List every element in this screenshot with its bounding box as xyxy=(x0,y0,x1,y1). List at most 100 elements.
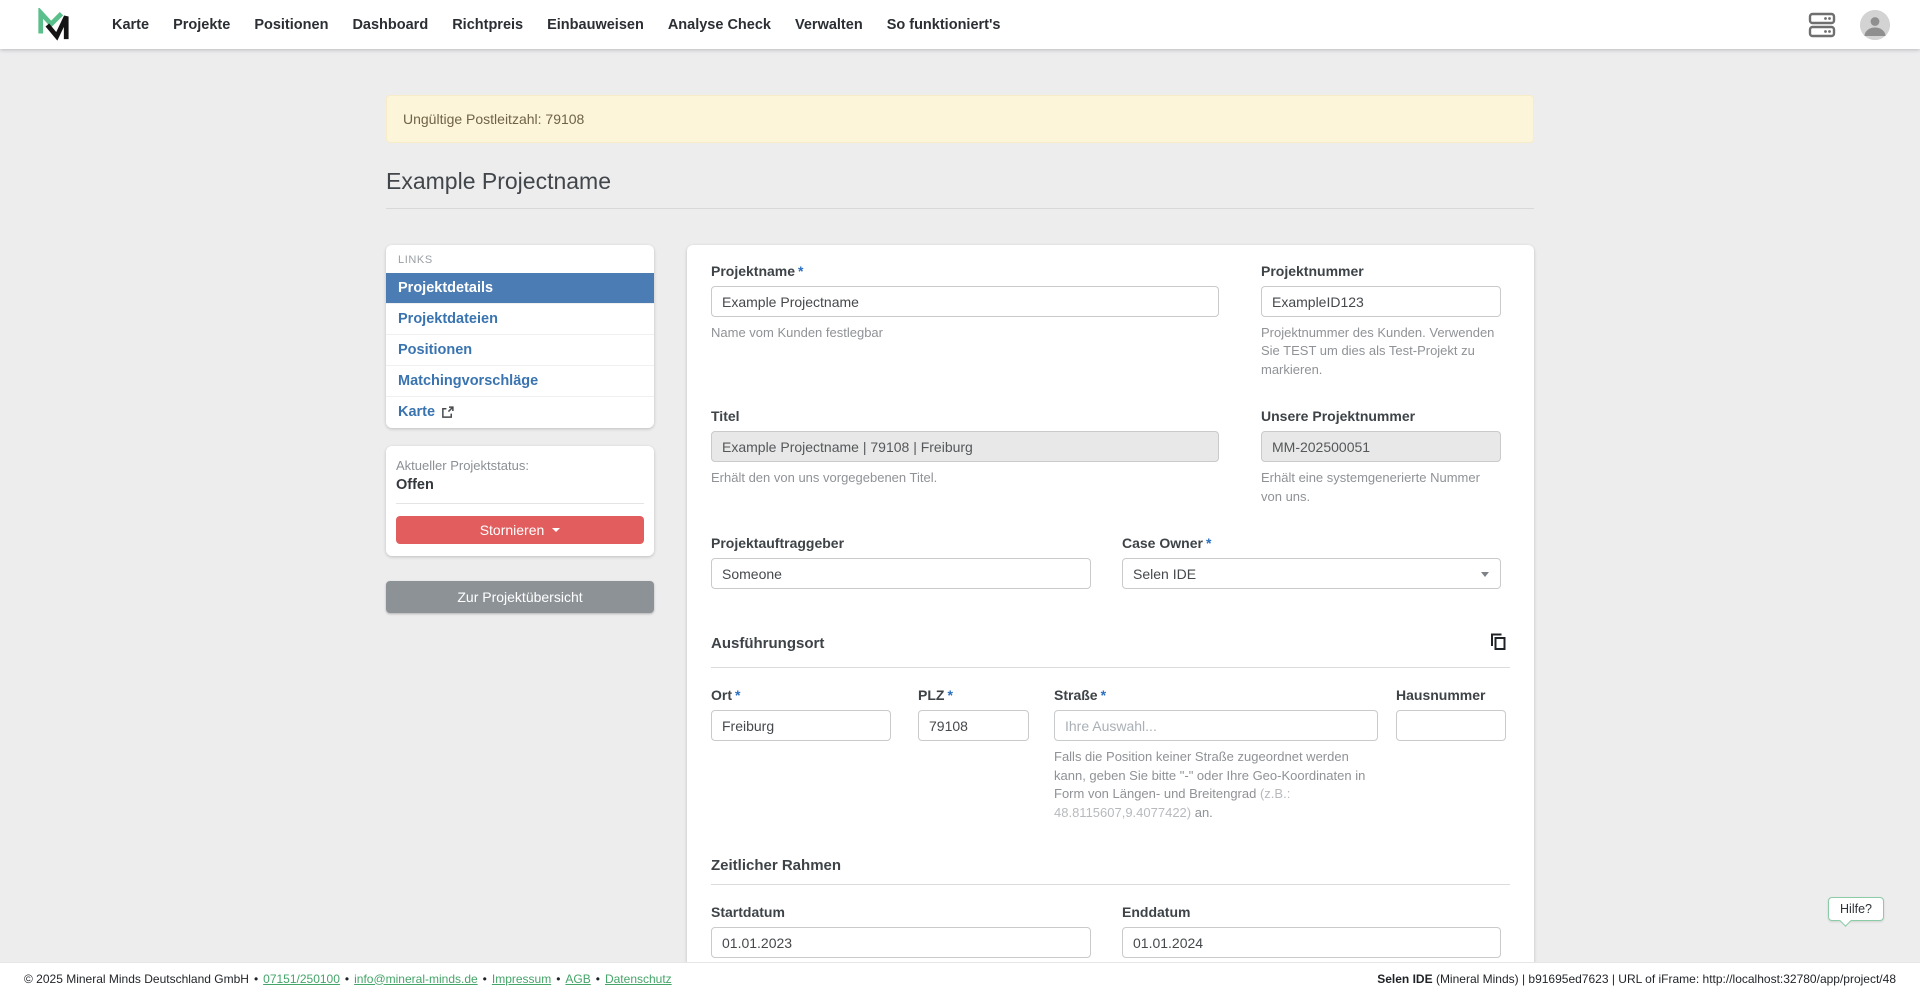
projektnummer-helper: Projektnummer des Kunden. Verwenden Sie … xyxy=(1261,324,1501,379)
separator-dot: • xyxy=(556,972,560,986)
status-divider xyxy=(396,503,644,504)
projektname-label: Projektname* xyxy=(711,263,1219,279)
stornieren-button-label: Stornieren xyxy=(480,522,545,538)
unsere-projektnummer-label: Unsere Projektnummer xyxy=(1261,408,1501,424)
header-icons xyxy=(1808,10,1890,40)
project-details-form: Projektname* Name vom Kunden festlegbar … xyxy=(687,245,1534,988)
plz-input[interactable] xyxy=(918,710,1029,741)
footer-copyright: © 2025 Mineral Minds Deutschland GmbH xyxy=(24,972,249,986)
footer-link-datenschutz[interactable]: Datenschutz xyxy=(605,972,672,986)
links-card-header: LINKS xyxy=(386,245,654,273)
logo-icon xyxy=(36,8,70,42)
copy-address-button[interactable] xyxy=(1486,630,1510,657)
sidebar-item-label: Positionen xyxy=(398,342,472,358)
strasse-label: Straße* xyxy=(1054,687,1378,703)
unsere-projektnummer-helper: Erhält eine systemgenerierte Nummer von … xyxy=(1261,469,1501,506)
warning-banner-text: Ungültige Postleitzahl: 79108 xyxy=(403,111,584,127)
enddatum-input[interactable] xyxy=(1122,927,1501,958)
chevron-down-icon xyxy=(1481,572,1489,577)
sidebar-item-karte[interactable]: Karte xyxy=(386,397,654,427)
footer-link-phone[interactable]: 07151/250100 xyxy=(263,972,340,986)
required-asterisk: * xyxy=(798,263,803,279)
sidebar-item-label: Projektdetails xyxy=(398,280,493,296)
links-card: LINKS Projektdetails Projektdateien Posi… xyxy=(386,245,654,428)
section-title-zeitlicher-rahmen: Zeitlicher Rahmen xyxy=(711,857,841,874)
nav-item-richtpreis[interactable]: Richtpreis xyxy=(440,8,535,42)
projektname-input[interactable] xyxy=(711,286,1219,317)
plz-label: PLZ* xyxy=(918,687,1029,703)
title-divider xyxy=(386,208,1534,209)
zur-projektuebersicht-button[interactable]: Zur Projektübersicht xyxy=(386,581,654,613)
case-owner-selected-value: Selen IDE xyxy=(1133,566,1196,582)
section-title-ausfuehrungsort: Ausführungsort xyxy=(711,635,824,652)
ort-label: Ort* xyxy=(711,687,891,703)
warning-banner: Ungültige Postleitzahl: 79108 xyxy=(386,95,1534,143)
nav-item-verwalten[interactable]: Verwalten xyxy=(783,8,875,42)
footer-link-agb[interactable]: AGB xyxy=(565,972,590,986)
stornieren-button[interactable]: Stornieren xyxy=(396,516,644,544)
separator-dot: • xyxy=(483,972,487,986)
project-status-card: Aktueller Projektstatus: Offen Storniere… xyxy=(386,446,654,556)
separator-dot: • xyxy=(345,972,349,986)
enddatum-label: Enddatum xyxy=(1122,904,1501,920)
sidebar-item-label: Projektdateien xyxy=(398,311,498,327)
caret-down-icon xyxy=(552,528,560,532)
footer-link-impressum[interactable]: Impressum xyxy=(492,972,551,986)
nav-item-projekte[interactable]: Projekte xyxy=(161,8,242,42)
case-owner-select[interactable]: Selen IDE xyxy=(1122,558,1501,589)
help-button[interactable]: Hilfe? xyxy=(1828,897,1884,921)
sidebar: LINKS Projektdetails Projektdateien Posi… xyxy=(386,245,654,613)
required-asterisk: * xyxy=(1101,687,1106,703)
sidebar-item-positionen[interactable]: Positionen xyxy=(386,335,654,366)
footer-link-email[interactable]: info@mineral-minds.de xyxy=(354,972,478,986)
titel-label: Titel xyxy=(711,408,1219,424)
unsere-projektnummer-input xyxy=(1261,431,1501,462)
status-label: Aktueller Projektstatus: xyxy=(396,458,644,473)
projektnummer-label: Projektnummer xyxy=(1261,263,1501,279)
status-value: Offen xyxy=(396,477,644,493)
hausnummer-label: Hausnummer xyxy=(1396,687,1506,703)
sidebar-item-projektdetails[interactable]: Projektdetails xyxy=(386,273,654,304)
sidebar-item-label: Matchingvorschläge xyxy=(398,373,538,389)
page-title: Example Projectname xyxy=(386,168,1534,195)
footer-user-name: Selen IDE xyxy=(1377,972,1432,986)
ort-input[interactable] xyxy=(711,710,891,741)
copy-icon xyxy=(1488,632,1508,652)
case-owner-label: Case Owner* xyxy=(1122,535,1501,551)
hausnummer-input[interactable] xyxy=(1396,710,1506,741)
sidebar-item-matchingvorschlaege[interactable]: Matchingvorschläge xyxy=(386,366,654,397)
nav-item-karte[interactable]: Karte xyxy=(100,8,161,42)
startdatum-input[interactable] xyxy=(711,927,1091,958)
titel-input xyxy=(711,431,1219,462)
sidebar-item-label: Karte xyxy=(398,404,435,420)
strasse-input[interactable] xyxy=(1054,710,1378,741)
server-icon[interactable] xyxy=(1808,12,1836,38)
nav-item-positionen[interactable]: Positionen xyxy=(242,8,340,42)
projektauftraggeber-input[interactable] xyxy=(711,558,1091,589)
projektauftraggeber-label: Projektauftraggeber xyxy=(711,535,1091,551)
strasse-helper: Falls die Position keiner Straße zugeord… xyxy=(1054,748,1378,822)
footer-bar: © 2025 Mineral Minds Deutschland GmbH • … xyxy=(0,962,1920,994)
footer-session-info: Selen IDE (Mineral Minds) | b91695ed7623… xyxy=(1377,972,1896,986)
mineral-minds-logo[interactable] xyxy=(36,8,70,42)
separator-dot: • xyxy=(596,972,600,986)
footer-left: © 2025 Mineral Minds Deutschland GmbH • … xyxy=(24,972,672,986)
projektnummer-input[interactable] xyxy=(1261,286,1501,317)
projektname-helper: Name vom Kunden festlegbar xyxy=(711,324,1219,342)
nav-item-dashboard[interactable]: Dashboard xyxy=(340,8,440,42)
person-icon xyxy=(1860,10,1890,40)
ausfuehrungsort-divider xyxy=(711,667,1510,668)
top-nav-bar: Karte Projekte Positionen Dashboard Rich… xyxy=(0,0,1920,49)
zeitlicher-rahmen-divider xyxy=(711,884,1510,885)
separator-dot: • xyxy=(254,972,258,986)
required-asterisk: * xyxy=(735,687,740,703)
external-link-icon xyxy=(441,406,454,419)
sidebar-item-projektdateien[interactable]: Projektdateien xyxy=(386,304,654,335)
required-asterisk: * xyxy=(1206,535,1211,551)
required-asterisk: * xyxy=(947,687,952,703)
nav-item-einbauweisen[interactable]: Einbauweisen xyxy=(535,8,656,42)
nav-item-so-funktionierts[interactable]: So funktioniert's xyxy=(875,8,1013,42)
startdatum-label: Startdatum xyxy=(711,904,1091,920)
user-avatar[interactable] xyxy=(1860,10,1890,40)
nav-item-analyse-check[interactable]: Analyse Check xyxy=(656,8,783,42)
